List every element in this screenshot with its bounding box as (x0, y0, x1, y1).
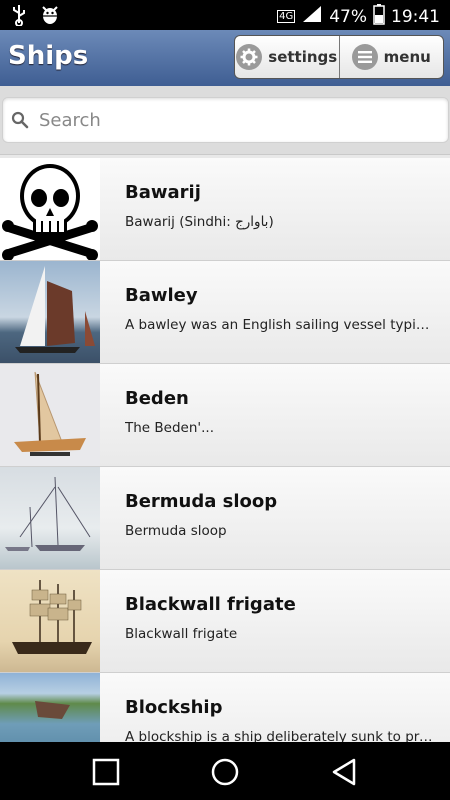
item-description: Bawarij (Sindhi: باوارج) (125, 214, 274, 230)
header-button-group: settings menu (234, 35, 444, 79)
gear-icon (236, 44, 263, 70)
list-item[interactable]: Blackwall frigate Blackwall frigate (0, 570, 450, 673)
item-name: Bermuda sloop (125, 491, 278, 512)
square-icon (92, 758, 120, 786)
search-icon (11, 111, 29, 133)
wreck-photo-thumbnail (0, 673, 100, 742)
item-name: Beden (125, 388, 189, 409)
ship-list: Bawarij Bawarij (Sindhi: باوارج) Bawley … (0, 158, 450, 742)
menu-icon (351, 44, 378, 70)
circle-icon (211, 758, 239, 786)
list-item[interactable]: Bermuda sloop Bermuda sloop (0, 467, 450, 570)
network-type: 4G (277, 10, 296, 23)
model-boat-photo-thumbnail (0, 364, 100, 466)
clock: 19:41 (391, 6, 440, 27)
back-button[interactable] (330, 757, 358, 791)
signal-icon (301, 4, 323, 29)
status-bar: 4G 47% 19:41 (0, 0, 450, 30)
list-item[interactable]: Blockship A blockship is a ship delibera… (0, 673, 450, 742)
navigation-bar (0, 742, 450, 800)
battery-icon (373, 3, 385, 30)
android-debug-icon (40, 4, 60, 30)
settings-label: settings (268, 48, 338, 66)
item-description: Blackwall frigate (125, 626, 238, 642)
item-name: Bawarij (125, 182, 201, 203)
battery-percent: 47% (329, 6, 367, 27)
list-item[interactable]: Bawarij Bawarij (Sindhi: باوارج) (0, 158, 450, 261)
search-box[interactable] (2, 97, 449, 143)
sloop-painting-thumbnail (0, 467, 100, 569)
item-name: Blockship (125, 697, 223, 718)
back-triangle-icon (332, 758, 356, 786)
settings-button[interactable]: settings (235, 36, 339, 78)
page-title: Ships (8, 41, 89, 71)
home-button[interactable] (210, 757, 240, 791)
item-description: The Beden'... (125, 420, 214, 436)
item-description: Bermuda sloop (125, 523, 227, 539)
usb-icon (12, 4, 26, 30)
menu-label: menu (383, 48, 431, 66)
item-description: A bawley was an English sailing vessel t… (125, 317, 435, 333)
sailboat-photo-thumbnail (0, 261, 100, 363)
frigate-painting-thumbnail (0, 570, 100, 672)
skull-crossbones-thumbnail (0, 158, 100, 260)
list-item[interactable]: Beden The Beden'... (0, 364, 450, 467)
search-input[interactable] (37, 107, 441, 133)
item-name: Blackwall frigate (125, 594, 296, 615)
item-description: A blockship is a ship deliberately sunk … (125, 729, 435, 742)
recents-button[interactable] (92, 758, 120, 790)
item-name: Bawley (125, 285, 198, 306)
search-bar (0, 86, 450, 155)
menu-button[interactable]: menu (338, 36, 444, 78)
app-bar: Ships settings menu (0, 30, 450, 87)
list-item[interactable]: Bawley A bawley was an English sailing v… (0, 261, 450, 364)
